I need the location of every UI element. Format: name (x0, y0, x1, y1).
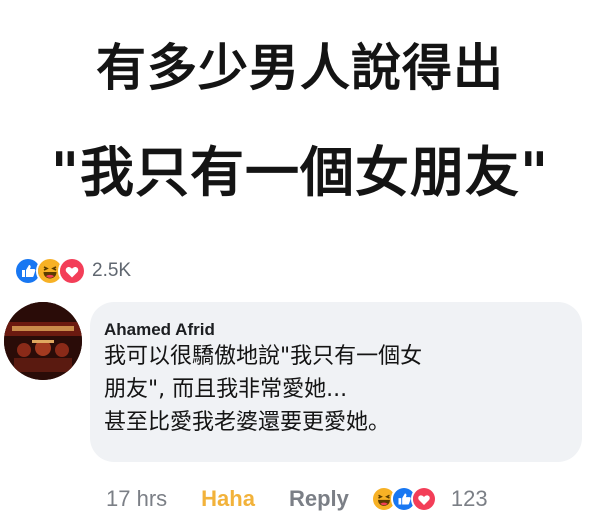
love-icon (58, 257, 86, 285)
comment-author[interactable]: Ahamed Afrid (104, 320, 566, 340)
love-icon (410, 486, 437, 512)
haha-reaction-button[interactable]: Haha (201, 486, 255, 512)
comment-text-line-3: 甚至比愛我老婆還要更愛她。 (104, 410, 391, 435)
comment-reaction-count: 123 (450, 486, 488, 511)
reply-button[interactable]: Reply (289, 486, 349, 512)
headline-line-2: "我只有一個女朋友" (50, 141, 550, 204)
comment-timestamp[interactable]: 17 hrs (106, 486, 167, 512)
comment-text-line-2: 朋友", 而且我非常愛她... (104, 377, 348, 402)
headline-line-1: 有多少男人說得出 (96, 39, 504, 97)
comment-text-line-1: 我可以很驕傲地說"我只有一個女 (104, 344, 423, 369)
comment-actions: 17 hrs Haha Reply 123 (106, 482, 488, 516)
comment-reactions-bar[interactable] (370, 486, 437, 512)
post-reaction-count: 2.5K (92, 260, 132, 281)
avatar[interactable] (4, 302, 82, 380)
comment-bubble: Ahamed Afrid 我可以很驕傲地說"我只有一個女 朋友", 而且我非常愛… (90, 302, 582, 462)
post-reactions-bar[interactable]: 2.5K (14, 257, 132, 285)
